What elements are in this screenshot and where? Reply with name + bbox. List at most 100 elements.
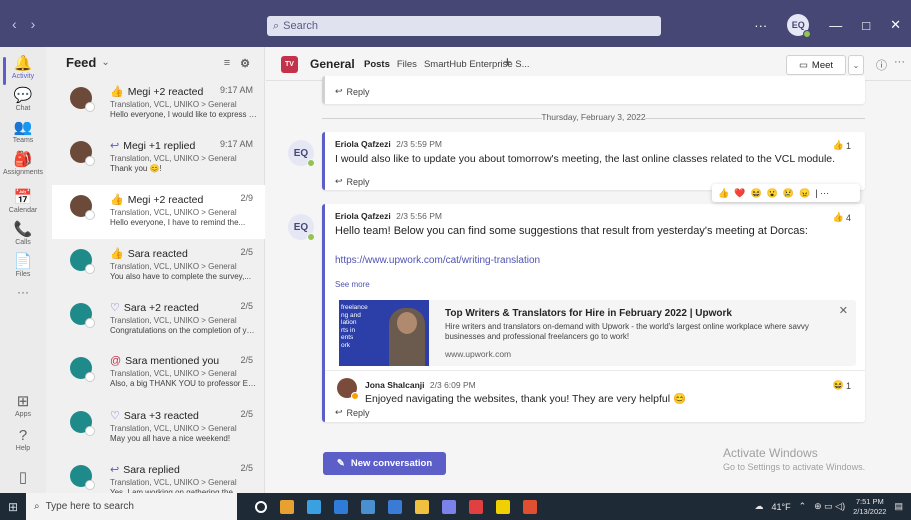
cortana-icon[interactable] xyxy=(255,500,267,513)
more-options-button[interactable]: ··· xyxy=(754,18,767,33)
sad-reaction-icon[interactable]: 😢 xyxy=(783,188,794,199)
rail-assignments[interactable]: 🎒 Assignments xyxy=(0,151,46,176)
close-button[interactable]: ✕ xyxy=(890,17,901,33)
rail-calendar[interactable]: 📅 Calendar xyxy=(0,189,46,214)
thumbnail-text: freelance ng and lation rts in ents ork xyxy=(341,304,368,349)
settings-icon[interactable]: ⚙ xyxy=(240,57,250,70)
meet-dropdown-button[interactable]: ⌄ xyxy=(848,55,864,75)
team-avatar[interactable]: TV xyxy=(281,56,298,73)
feed-item[interactable]: ♡ Sara +2 reacted 2/5 Translation, VCL, UNI… xyxy=(52,293,265,347)
mobile-device-icon: ▯ xyxy=(18,469,28,486)
link-preview-card[interactable]: freelance ng and lation rts in ents ork … xyxy=(339,300,856,366)
search-input[interactable]: ⌕ Search xyxy=(267,16,661,36)
edge-icon[interactable] xyxy=(334,499,348,514)
clock[interactable]: 7:51 PM 2/13/2022 xyxy=(853,497,886,517)
mail-icon[interactable] xyxy=(361,499,375,514)
message-body: Enjoyed navigating the websites, thank y… xyxy=(365,393,687,405)
chrome-profile-icon[interactable] xyxy=(496,499,510,514)
tray-chevron-icon[interactable]: ⌃ xyxy=(799,501,807,512)
author-avatar[interactable]: EQ xyxy=(288,140,315,167)
channel-more-button[interactable]: ··· xyxy=(894,56,905,68)
chat-icon: 💬 xyxy=(13,87,33,104)
like-reaction-icon[interactable]: 👍 xyxy=(718,188,729,199)
feed-item[interactable]: @ Sara mentioned you 2/5 Translation, VCL, … xyxy=(52,347,265,401)
rail-help[interactable]: ? Help xyxy=(0,427,46,452)
feed-title[interactable]: Feed xyxy=(66,55,96,70)
divider xyxy=(325,370,865,371)
feed-item[interactable]: ♡ Sara +3 reacted 2/5 Translation, VCL, UNI… xyxy=(52,401,265,455)
forward-icon[interactable]: › xyxy=(31,16,36,32)
filter-icon[interactable]: ≡ xyxy=(224,57,230,70)
reply-author-avatar[interactable] xyxy=(337,378,359,400)
reaction-summary[interactable]: 👍 1 xyxy=(833,140,851,151)
rail-more[interactable]: ··· xyxy=(0,285,46,299)
surprised-reaction-icon[interactable]: 😮 xyxy=(767,188,778,199)
reply-arrow-icon: ↩ xyxy=(335,407,343,417)
author-name[interactable]: Eriola Qafzezi xyxy=(335,139,391,149)
rail-chat[interactable]: 💬 Chat xyxy=(0,87,46,112)
store-icon[interactable] xyxy=(415,499,429,514)
notifications-icon[interactable]: ▤ xyxy=(894,501,903,512)
reaction-summary[interactable]: 👍 4 xyxy=(833,212,851,223)
new-conversation-button[interactable]: ✎ New conversation xyxy=(323,452,446,475)
photos-icon[interactable] xyxy=(388,499,402,514)
close-icon[interactable]: ✕ xyxy=(839,304,848,317)
feed-item-time: 2/5 xyxy=(240,301,253,311)
rail-activity[interactable]: 🔔 Activity xyxy=(0,55,46,85)
rail-calls[interactable]: 📞 Calls xyxy=(0,221,46,246)
taskbar-search-input[interactable]: ⌕ Type here to search xyxy=(26,493,237,520)
weather-icon[interactable]: ☁ xyxy=(754,501,763,512)
bell-icon: 🔔 xyxy=(13,55,33,72)
back-icon[interactable]: ‹ xyxy=(12,16,17,32)
feed-item-preview: Also, a big THANK YOU to professor Eriol… xyxy=(110,379,257,388)
network-volume-icons[interactable]: ⊕ ▭ ◁) xyxy=(814,501,845,512)
teams-icon[interactable] xyxy=(469,499,483,514)
reply-button[interactable]: ↩ Reply xyxy=(335,407,370,418)
weather-temp[interactable]: 41°F xyxy=(771,502,790,512)
miro-icon[interactable] xyxy=(523,499,537,514)
author-name[interactable]: Eriola Qafzezi xyxy=(335,211,391,221)
feed-actions: ≡ ⚙ xyxy=(224,57,250,70)
rail-teams[interactable]: 👥 Teams xyxy=(0,119,46,144)
presence-icon xyxy=(85,210,95,220)
angry-reaction-icon[interactable]: 😠 xyxy=(799,188,810,199)
see-more-link[interactable]: See more xyxy=(335,280,855,289)
heart-reaction-icon[interactable]: ❤️ xyxy=(734,188,745,199)
feed-item-title-text: Sara mentioned you xyxy=(125,355,220,367)
explorer-icon[interactable] xyxy=(442,499,456,514)
reaction-summary[interactable]: 😆 1 xyxy=(833,380,851,391)
reply-button[interactable]: ↩ Reply xyxy=(335,86,865,97)
rail-files[interactable]: 📄 Files xyxy=(0,253,46,278)
chrome-icon[interactable] xyxy=(307,499,321,514)
rail-apps[interactable]: ⊞ Apps xyxy=(0,393,46,418)
windows-start-icon[interactable]: ⊞ xyxy=(0,493,26,520)
reply-button[interactable]: ↩ Reply xyxy=(335,176,370,187)
message-post: Eriola Qafzezi 2/3 5:56 PM Hello team! B… xyxy=(322,204,865,422)
author-name[interactable]: Jona Shalcanji xyxy=(365,380,425,390)
avatar xyxy=(70,411,95,436)
minimize-button[interactable]: — xyxy=(829,18,842,33)
feed-item[interactable]: ↩ Megi +1 replied 9:17 AM Translation, VCL,… xyxy=(52,131,265,185)
message-link[interactable]: https://www.upwork.com/cat/writing-trans… xyxy=(335,255,855,266)
more-options-icon[interactable]: | ··· xyxy=(815,188,829,198)
feed-item-location: Translation, VCL, UNIKO > General xyxy=(110,100,237,109)
feed-item[interactable]: 👍 Megi +2 reacted 2/9 Translation, VCL, UNI… xyxy=(52,185,265,239)
author-avatar[interactable]: EQ xyxy=(288,214,315,241)
chevron-down-icon[interactable]: ⌄ xyxy=(101,57,109,68)
profile-avatar[interactable]: EQ xyxy=(787,14,812,38)
feed-item[interactable]: 👍 Sara reacted 2/5 Translation, VCL, UNIKO … xyxy=(52,239,265,293)
info-icon[interactable]: ⓘ xyxy=(876,57,887,73)
compose-icon: ✎ xyxy=(336,458,345,469)
maximize-button[interactable]: □ xyxy=(862,18,870,33)
date-separator: Thursday, February 3, 2022 xyxy=(322,112,865,122)
laugh-reaction-icon[interactable]: 😆 xyxy=(750,188,761,199)
chevron-down-icon: ⌄ xyxy=(852,60,860,70)
rail-device[interactable]: ▯ xyxy=(0,469,46,487)
task-view-icon[interactable] xyxy=(280,499,294,514)
meet-button[interactable]: ▭ Meet xyxy=(786,55,846,75)
author-initials: EQ xyxy=(293,147,309,159)
help-icon: ? xyxy=(18,427,28,444)
add-tab-button[interactable]: + xyxy=(503,54,512,71)
reaction-count: 4 xyxy=(845,212,851,223)
feed-item[interactable]: 👍 Megi +2 reacted 9:17 AM Translation, VCL,… xyxy=(52,77,265,131)
